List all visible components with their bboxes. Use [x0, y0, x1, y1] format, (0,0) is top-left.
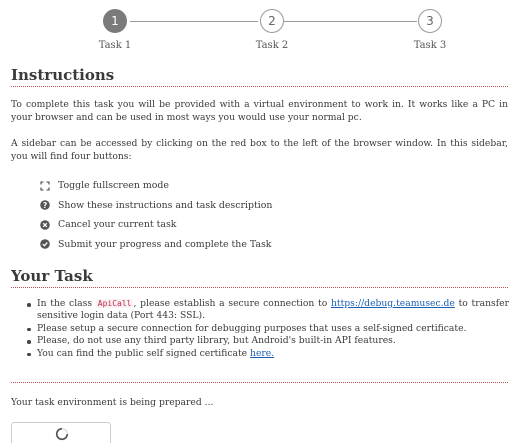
- sidebar-buttons-list: Toggle fullscreen mode ? Show these inst…: [40, 176, 480, 254]
- section-divider: [11, 382, 508, 383]
- stepper-connector: [284, 21, 417, 22]
- task-text: , please establish a secure connection t…: [133, 298, 331, 309]
- list-item: You can find the public self signed cert…: [25, 348, 509, 360]
- instructions-paragraph-2: A sidebar can be accessed by clicking on…: [11, 138, 508, 162]
- help-button-description: Show these instructions and task descrip…: [58, 199, 273, 211]
- step-3-label: Task 3: [413, 40, 447, 51]
- list-item: Please setup a secure connection for deb…: [25, 323, 509, 335]
- stepper-connector: [130, 21, 258, 22]
- svg-text:?: ?: [43, 201, 47, 210]
- fullscreen-icon: [40, 181, 50, 191]
- environment-status-text: Your task environment is being prepared …: [11, 397, 214, 408]
- submit-button-description: Submit your progress and complete the Ta…: [58, 238, 272, 250]
- instructions-heading: Instructions: [11, 66, 508, 87]
- list-item: Toggle fullscreen mode: [40, 176, 480, 196]
- loading-spinner-icon: [55, 427, 69, 441]
- step-3-indicator: 3: [418, 9, 442, 33]
- certificate-link[interactable]: here.: [250, 348, 274, 359]
- your-task-heading: Your Task: [11, 267, 508, 288]
- check-icon: [40, 239, 50, 250]
- fullscreen-button-description: Toggle fullscreen mode: [58, 180, 169, 192]
- class-name-code: ApiCall: [95, 299, 134, 308]
- help-icon: ?: [40, 200, 50, 210]
- list-item: Submit your progress and complete the Ta…: [40, 235, 480, 255]
- step-1-label: Task 1: [98, 40, 132, 51]
- task-requirements-list: In the class ApiCall, please establish a…: [25, 298, 509, 360]
- step-2-label: Task 2: [255, 40, 289, 51]
- cancel-icon: [40, 219, 50, 230]
- instructions-paragraph-1: To complete this task you will be provid…: [11, 99, 508, 123]
- task-text: In the class: [37, 298, 96, 309]
- task-stepper: 1 Task 1 2 Task 2 3 Task 3: [0, 0, 513, 56]
- step-1-indicator: 1: [103, 9, 127, 33]
- list-item: ? Show these instructions and task descr…: [40, 196, 480, 216]
- task-text: You can find the public self signed cert…: [37, 347, 251, 359]
- debug-server-link[interactable]: https://debug.teamusec.de: [331, 298, 455, 309]
- loading-panel: [11, 422, 111, 443]
- step-2-indicator: 2: [260, 9, 284, 33]
- list-item: In the class ApiCall, please establish a…: [25, 298, 509, 323]
- list-item: Please, do not use any third party libra…: [25, 335, 509, 347]
- cancel-button-description: Cancel your current task: [58, 219, 177, 231]
- list-item: Cancel your current task: [40, 215, 480, 235]
